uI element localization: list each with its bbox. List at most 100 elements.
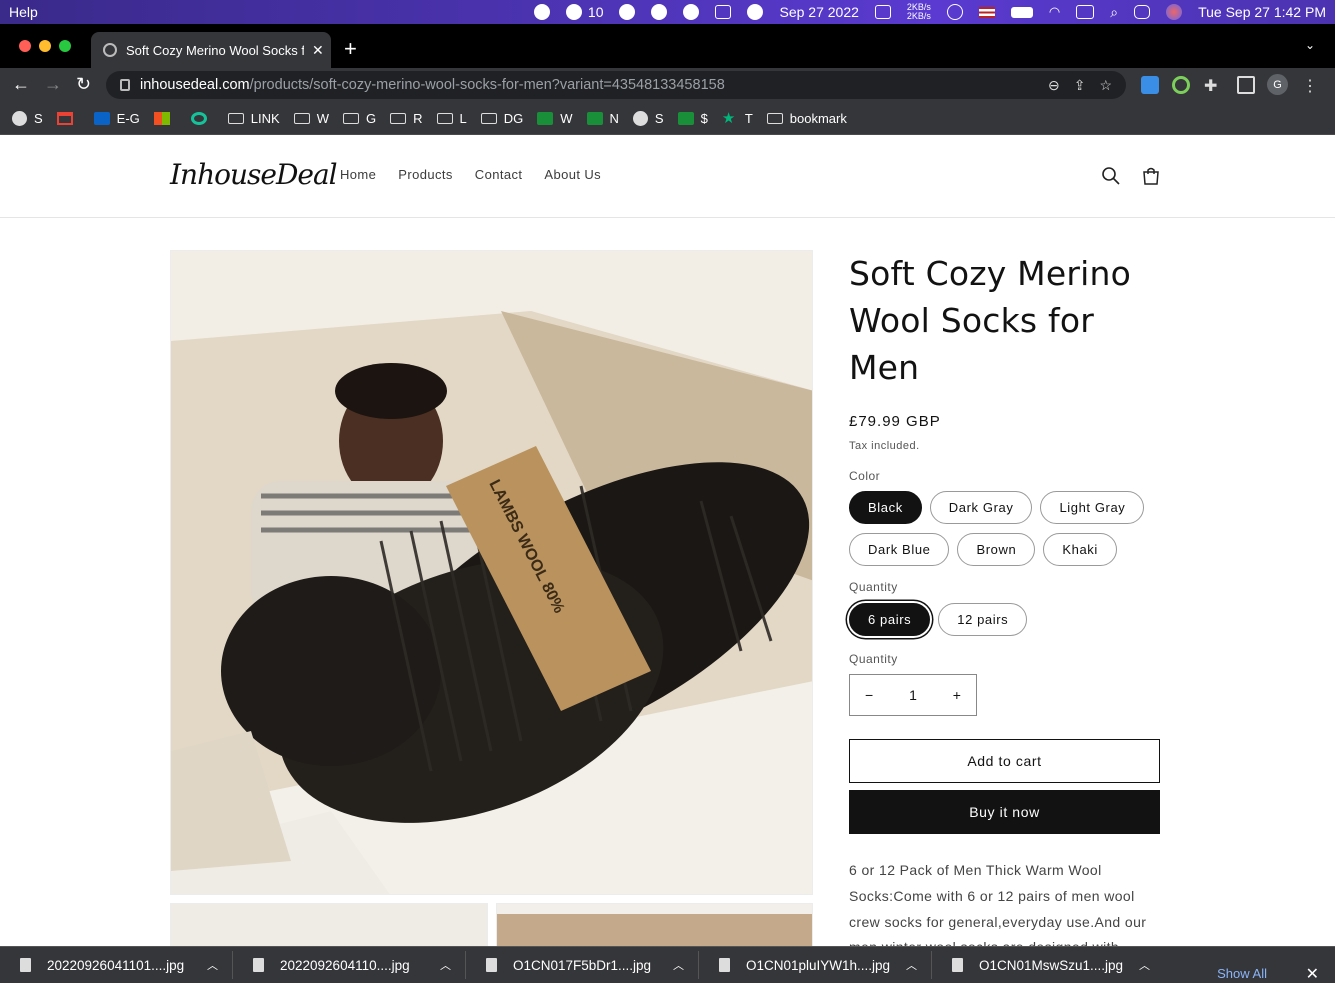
product-thumbnail-1[interactable] [170, 903, 488, 946]
buy-it-now-button[interactable]: Buy it now [849, 790, 1160, 834]
reload-icon[interactable]: ↻ [76, 74, 91, 95]
download-extension-icon[interactable] [1141, 76, 1159, 94]
address-bar[interactable]: inhousedeal.com/products/soft-cozy-merin… [106, 71, 1126, 99]
new-tab-plus-icon[interactable]: + [344, 36, 357, 62]
folder-icon [227, 112, 244, 124]
nav-about-us[interactable]: About Us [544, 167, 601, 182]
color-option-dark-gray[interactable]: Dark Gray [929, 491, 1033, 524]
quantity-input[interactable]: 1 [909, 687, 917, 703]
siri-icon[interactable] [1158, 0, 1190, 24]
bookmark-s2[interactable]: S [632, 110, 664, 126]
zoom-icon[interactable]: ⊖ [1048, 77, 1060, 94]
back-arrow-icon[interactable]: ← [12, 74, 30, 95]
bookmark-gmail[interactable] [56, 111, 80, 125]
color-option-brown[interactable]: Brown [957, 533, 1036, 566]
bookmark-sheets-dollar[interactable]: $ [677, 111, 708, 126]
time-machine-icon[interactable] [939, 0, 971, 24]
chevron-up-icon[interactable]: ︿ [440, 957, 451, 973]
chevron-up-icon[interactable]: ︿ [906, 957, 917, 973]
folder-icon [390, 112, 407, 124]
bookmark-star-icon[interactable]: ☆ [1099, 77, 1112, 94]
minimize-window-button[interactable] [39, 40, 51, 52]
quantity-plus-button[interactable]: + [953, 687, 961, 703]
close-downloads-icon[interactable]: ✕ [1306, 964, 1319, 984]
download-item[interactable]: 20220926041101....jpg ︿ [0, 951, 233, 979]
nav-contact[interactable]: Contact [475, 167, 523, 182]
bookmark-folder-l[interactable]: L [436, 111, 467, 126]
bookmark-folder-link[interactable]: LINK [227, 111, 280, 126]
extensions-puzzle-icon[interactable]: ✚ [1204, 76, 1222, 95]
tab-close-icon[interactable]: ✕ [312, 42, 324, 59]
pack-options: 6 pairs 12 pairs [849, 603, 1161, 636]
bookmark-outlook[interactable]: E-G [93, 111, 140, 126]
download-item[interactable]: O1CN01pluIYW1h....jpg ︿ [699, 951, 932, 979]
add-to-cart-button[interactable]: Add to cart [849, 739, 1160, 783]
color-option-dark-blue[interactable]: Dark Blue [849, 533, 950, 566]
chevron-up-icon[interactable]: ︿ [1139, 957, 1150, 973]
line-app-icon[interactable] [526, 0, 558, 24]
pack-option-12-pairs[interactable]: 12 pairs [938, 603, 1028, 636]
check-app-icon[interactable] [707, 0, 739, 24]
play-app-icon[interactable] [739, 0, 771, 24]
profile-avatar[interactable]: G [1267, 74, 1288, 95]
bookmark-sheets-w[interactable]: W [537, 111, 573, 126]
cart-icon[interactable] [1141, 166, 1161, 186]
search-icon[interactable] [1101, 166, 1121, 186]
download-item[interactable]: O1CN017F5bDr1....jpg ︿ [466, 951, 699, 979]
us-flag-icon[interactable] [971, 0, 1003, 24]
nav-products[interactable]: Products [398, 167, 453, 182]
side-panel-icon[interactable] [1237, 76, 1255, 94]
bookmark-folder-dg[interactable]: DG [480, 111, 523, 126]
bookmark-microsoft[interactable] [153, 111, 177, 125]
wechat-icon[interactable]: 10 [558, 0, 612, 24]
cat-app-icon[interactable] [867, 0, 899, 24]
green-circle-extension-icon[interactable] [1172, 76, 1190, 94]
nav-home[interactable]: Home [340, 167, 376, 182]
sheets-icon [537, 111, 554, 125]
show-all-downloads-link[interactable]: Show All [1217, 966, 1267, 981]
product-thumbnail-2[interactable] [496, 903, 813, 946]
color-option-black[interactable]: Black [849, 491, 922, 524]
network-speed[interactable]: 2KB/s 2KB/s [899, 0, 939, 24]
site-logo[interactable]: InhouseDeal [170, 158, 338, 191]
pack-label: Quantity [849, 580, 898, 594]
quantity-minus-button[interactable]: − [865, 687, 873, 703]
tab-search-chevron-icon[interactable]: ⌄ [1305, 38, 1315, 52]
menubar-clock[interactable]: Tue Sep 27 1:42 PM [1190, 0, 1335, 24]
pack-option-6-pairs[interactable]: 6 pairs [849, 603, 931, 636]
bookmark-grammarly[interactable] [190, 111, 214, 125]
chevron-up-icon[interactable]: ︿ [207, 957, 218, 973]
bookmark-folder-bookmark[interactable]: bookmark [766, 111, 847, 126]
product-main-image[interactable]: LAMBS WOOL 80% [170, 250, 813, 895]
keyboard-icon[interactable] [1068, 0, 1102, 24]
menubar-date[interactable]: Sep 27 2022 [771, 0, 866, 24]
browser-tab-active[interactable]: Soft Cozy Merino Wool Socks for Men ✕ [91, 32, 331, 68]
quantity-label: Quantity [849, 652, 898, 666]
close-window-button[interactable] [19, 40, 31, 52]
chrome-menu-icon[interactable]: ⋮ [1302, 76, 1320, 95]
color-option-khaki[interactable]: Khaki [1043, 533, 1117, 566]
control-center-icon[interactable] [1126, 0, 1158, 24]
chevron-up-icon[interactable]: ︿ [673, 957, 684, 973]
bookmark-folder-w[interactable]: W [293, 111, 329, 126]
share-icon[interactable]: ⇪ [1074, 77, 1086, 94]
help-menu[interactable]: Help [9, 4, 38, 20]
lock-icon[interactable] [120, 79, 130, 91]
qq-icon[interactable] [643, 0, 675, 24]
download-item[interactable]: O1CN01MswSzu1....jpg ︿ [932, 951, 1165, 979]
battery-icon[interactable] [1003, 0, 1041, 24]
zoom-window-button[interactable] [59, 40, 71, 52]
folder-icon [342, 112, 359, 124]
color-option-light-gray[interactable]: Light Gray [1040, 491, 1145, 524]
bookmark-trustpilot[interactable]: ★ T [722, 111, 753, 126]
wifi-icon[interactable]: ◠ [1041, 0, 1068, 24]
bookmark-folder-g[interactable]: G [342, 111, 376, 126]
bookmark-s1[interactable]: S [12, 110, 43, 126]
download-item[interactable]: 2022092604110....jpg ︿ [233, 951, 466, 979]
bookmark-folder-r[interactable]: R [390, 111, 423, 126]
forward-arrow-icon[interactable]: → [44, 74, 62, 95]
bookmark-sheets-n[interactable]: N [586, 111, 619, 126]
teamviewer-icon[interactable] [675, 0, 707, 24]
spotlight-search-icon[interactable]: ⌕ [1102, 0, 1126, 24]
cow-app-icon[interactable] [611, 0, 643, 24]
